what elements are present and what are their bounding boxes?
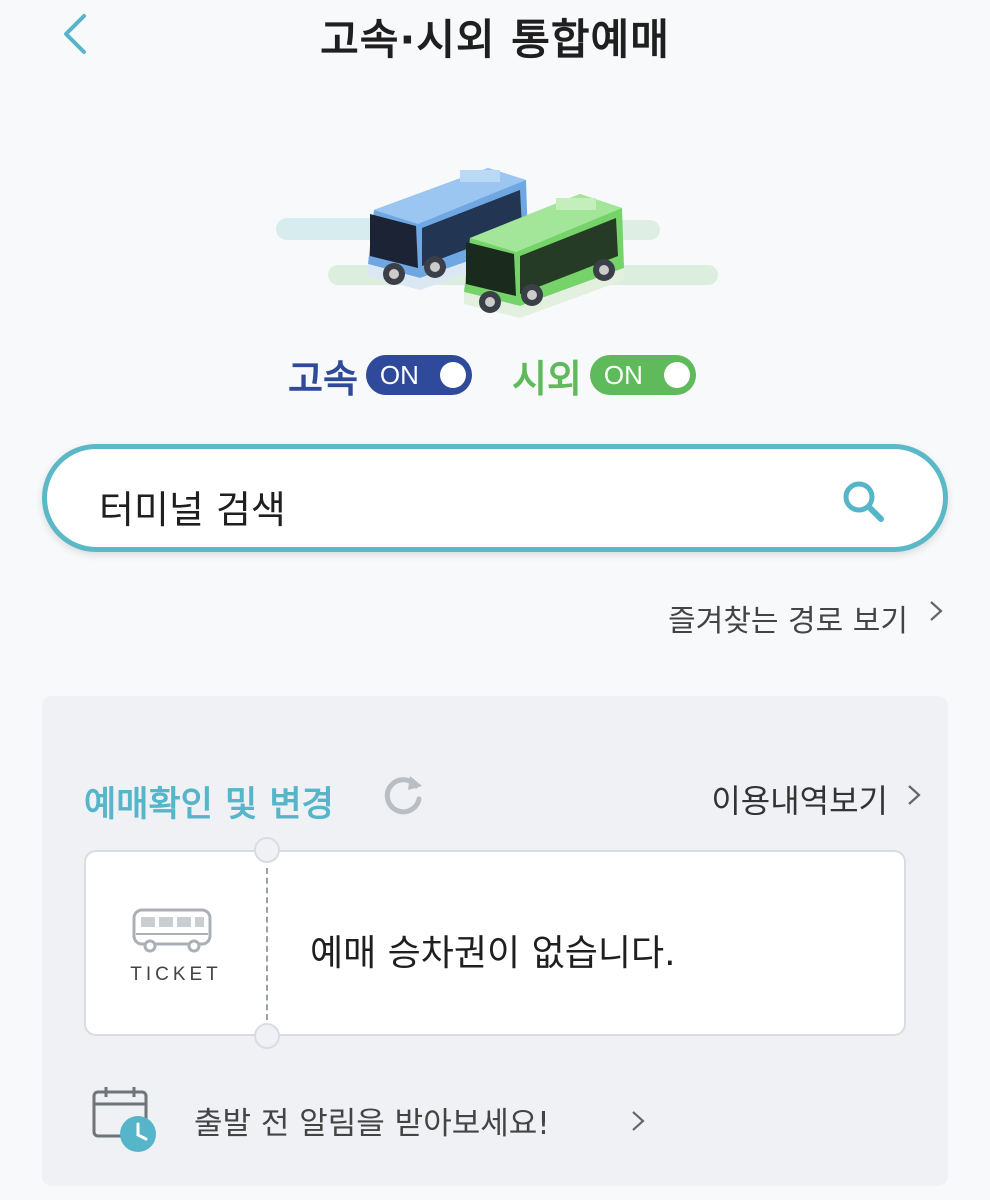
page-title: 고속·시외 통합예매 — [320, 15, 670, 64]
ticket-notch-bottom — [254, 1023, 280, 1049]
usage-history-label: 이용내역보기 — [711, 782, 888, 820]
reservation-title: 예매확인 및 변경 — [84, 785, 334, 825]
empty-ticket-message: 예매 승차권이 없습니다. — [310, 933, 676, 974]
chevron-right-icon — [930, 601, 943, 621]
bus-illustration — [276, 168, 718, 318]
search-icon[interactable] — [841, 479, 885, 523]
express-label: 고속 — [288, 356, 358, 401]
favorite-routes-label: 즐겨찾는 경로 보기 — [668, 604, 908, 639]
header-bar: 고속·시외 통합예매 — [0, 0, 990, 70]
alarm-label: 출발 전 알림을 받아보세요! — [194, 1106, 550, 1142]
service-toggles: 고속 ON 시외 ON — [0, 350, 990, 401]
favorite-routes-link[interactable]: 즐겨찾는 경로 보기 — [668, 596, 943, 640]
chevron-right-icon — [632, 1111, 645, 1131]
departure-alarm-link[interactable]: 출발 전 알림을 받아보세요! — [90, 1084, 690, 1160]
intercity-toggle-group: 시외 ON — [512, 350, 696, 401]
express-toggle-group: 고속 ON — [288, 350, 472, 401]
usage-history-link[interactable]: 이용내역보기 — [711, 776, 921, 822]
intercity-label: 시외 — [512, 356, 582, 401]
search-placeholder: 터미널 검색 — [99, 488, 286, 532]
refresh-icon[interactable] — [380, 772, 426, 818]
toggle-knob — [439, 362, 466, 388]
toggle-knob — [663, 362, 690, 388]
intercity-toggle[interactable]: ON — [589, 355, 696, 395]
ticket-card: TICKET 예매 승차권이 없습니다. — [84, 837, 906, 1049]
ticket-perforation — [266, 868, 268, 1020]
express-toggle[interactable]: ON — [365, 355, 472, 395]
bus-icon — [132, 908, 212, 953]
intercity-toggle-state: ON — [603, 359, 643, 390]
ticket-caption: TICKET — [130, 964, 222, 985]
express-toggle-state: ON — [379, 359, 419, 390]
reservation-panel: 예매확인 및 변경 이용내역보기 TICKET 예매 승차권이 없습니다. 출발… — [42, 696, 948, 1186]
ticket-notch-top — [254, 837, 280, 863]
terminal-search-input[interactable]: 터미널 검색 — [42, 444, 948, 552]
chevron-right-icon — [908, 785, 921, 805]
calendar-clock-icon — [92, 1087, 156, 1152]
